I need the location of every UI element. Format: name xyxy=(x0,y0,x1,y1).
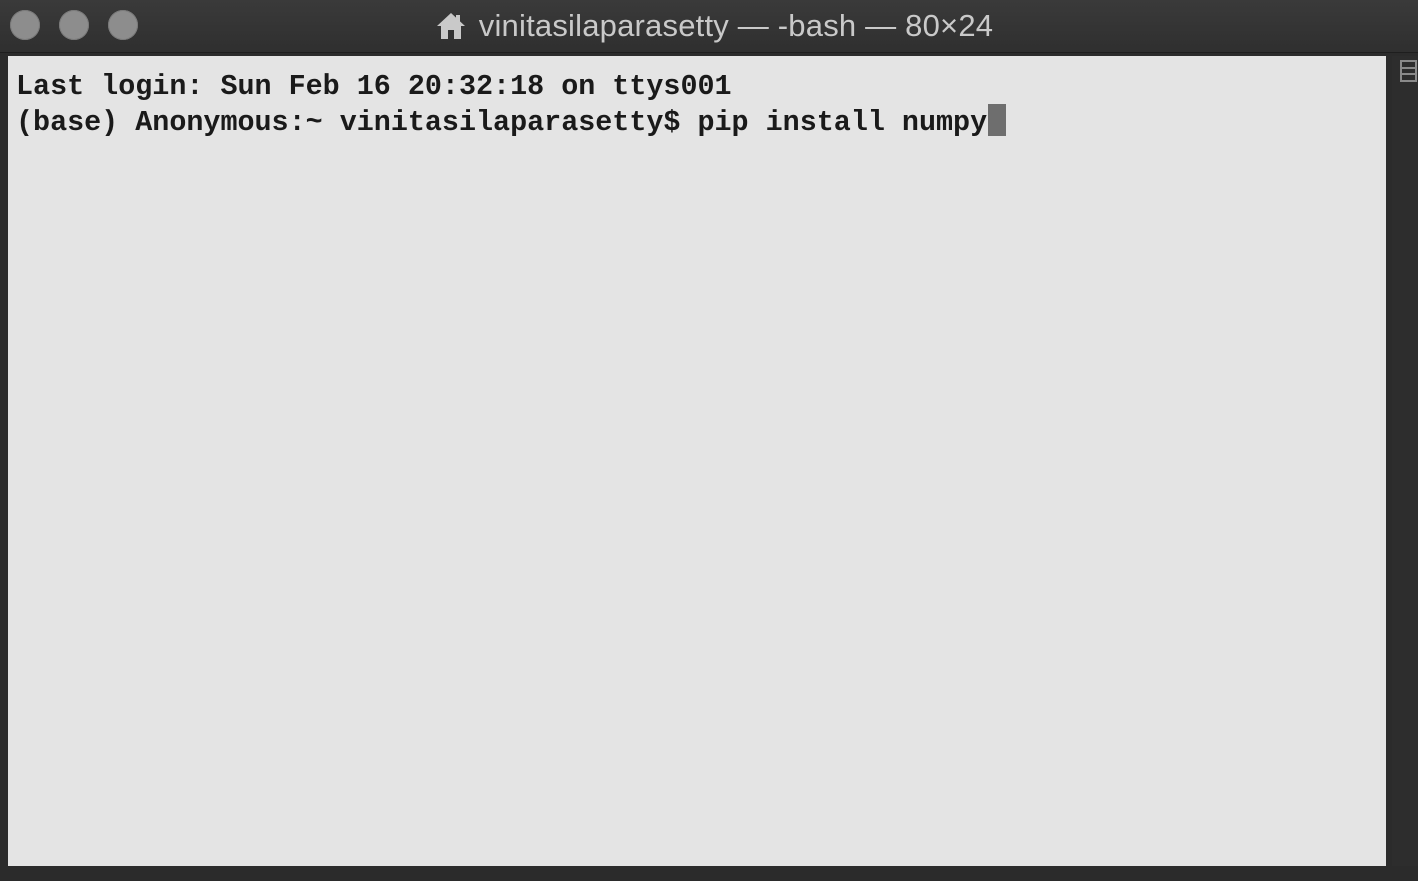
close-window-button[interactable] xyxy=(10,10,40,40)
login-text: Last login: Sun Feb 16 20:32:18 on ttys0… xyxy=(16,70,732,103)
terminal-line-login: Last login: Sun Feb 16 20:32:18 on ttys0… xyxy=(16,70,1386,104)
text-cursor xyxy=(988,104,1007,136)
prompt-command-text: (base) Anonymous:~ vinitasilaparasetty$ … xyxy=(16,106,988,139)
title-group: vinitasilaparasetty — -bash — 80×24 xyxy=(435,8,993,44)
scrollbar-track[interactable] xyxy=(1392,56,1418,866)
split-pane-icon[interactable] xyxy=(1398,58,1418,84)
bottom-border xyxy=(0,866,1418,881)
window-title: vinitasilaparasetty — -bash — 80×24 xyxy=(478,8,994,43)
title-container: vinitasilaparasetty — -bash — 80×24 xyxy=(0,0,1418,52)
home-icon xyxy=(435,10,467,42)
minimize-window-button[interactable] xyxy=(59,10,89,40)
terminal-window: vinitasilaparasetty — -bash — 80×24 Last… xyxy=(0,0,1418,881)
terminal-line-prompt: (base) Anonymous:~ vinitasilaparasetty$ … xyxy=(16,104,1386,139)
terminal-output-area[interactable]: Last login: Sun Feb 16 20:32:18 on ttys0… xyxy=(8,56,1386,866)
zoom-window-button[interactable] xyxy=(108,10,138,40)
title-bar[interactable]: vinitasilaparasetty — -bash — 80×24 xyxy=(0,0,1418,53)
